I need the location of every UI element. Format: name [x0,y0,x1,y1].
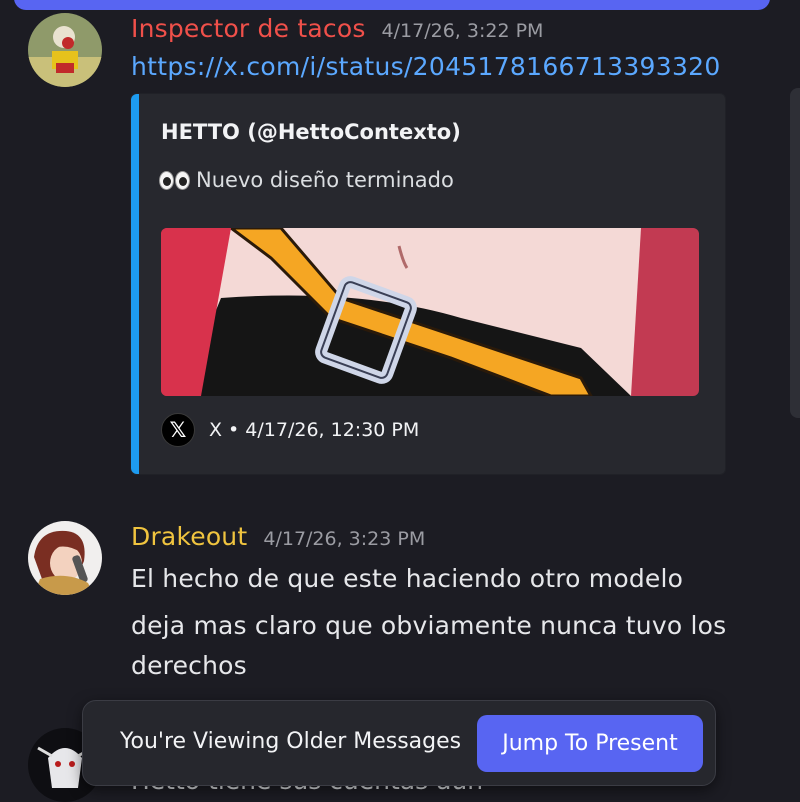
username[interactable]: Inspector de tacos [131,14,366,43]
message-text: derechos [131,651,247,680]
x-logo-icon: 𝕏 [161,413,195,447]
older-messages-text: You're Viewing Older Messages [120,729,462,754]
embed-description: Nuevo diseño terminado [159,168,454,192]
eyes-emoji-icon [159,170,190,190]
link-embed: HETTO (@HettoContexto) Nuevo diseño term… [130,93,726,475]
message-text: El hecho de que este haciendo otro model… [131,564,684,593]
timestamp: 4/17/26, 3:22 PM [381,20,544,42]
embed-description-text: Nuevo diseño terminado [196,168,454,192]
embed-footer: 𝕏 X • 4/17/26, 12:30 PM [161,413,419,447]
username[interactable]: Drakeout [131,522,247,551]
embed-accent-bar [131,94,139,474]
embed-author[interactable]: HETTO (@HettoContexto) [161,120,461,144]
jump-to-present-button[interactable]: Jump To Present [477,715,703,772]
message-link[interactable]: https://x.com/i/status/20451781667133933… [131,52,721,81]
embed-footer-text: X • 4/17/26, 12:30 PM [209,419,420,441]
avatar[interactable] [28,13,102,87]
timestamp: 4/17/26, 3:23 PM [263,528,426,550]
avatar[interactable] [28,521,102,595]
message-text: deja mas claro que obviamente nunca tuvo… [131,611,727,640]
scrollbar-thumb[interactable] [790,88,800,418]
message-header: Inspector de tacos 4/17/26, 3:22 PM [131,14,543,43]
embed-image[interactable] [161,228,699,396]
older-messages-bar: You're Viewing Older Messages Jump To Pr… [82,700,716,786]
message-header: Drakeout 4/17/26, 3:23 PM [131,522,425,551]
top-banner[interactable] [14,0,770,10]
